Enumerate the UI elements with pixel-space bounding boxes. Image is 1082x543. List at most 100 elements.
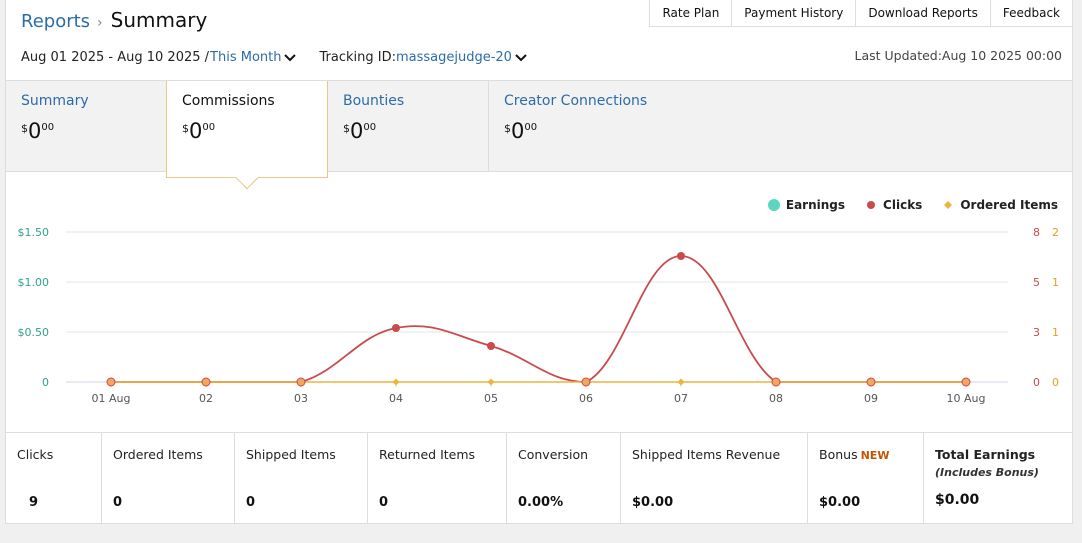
clicks-point[interactable] <box>392 324 400 332</box>
y-axis-right-clicks-tick: 5 <box>1033 276 1040 289</box>
currency-symbol: $ <box>182 122 189 135</box>
tab-bounties-amount: $000 <box>343 119 473 143</box>
stat-clicks: Clicks 9 <box>6 433 102 524</box>
tracking-id-dropdown[interactable]: Tracking ID:massagejudge-20 <box>319 50 527 65</box>
y-axis-left-tick: $1.00 <box>18 276 50 289</box>
clicks-point[interactable] <box>677 252 685 260</box>
amount-whole: 0 <box>189 119 203 143</box>
chart-plot: 0 0 0$0.50 3 1$1.00 5 1$1.50 8 201 Aug 02 03 04 05 06… <box>18 226 1060 405</box>
currency-symbol: $ <box>343 122 350 135</box>
tab-summary-amount: $000 <box>21 119 151 143</box>
rate-plan-link[interactable]: Rate Plan <box>650 0 733 27</box>
amount-whole: 0 <box>28 119 42 143</box>
x-axis-tick-label: 08 <box>769 392 783 405</box>
amount-whole: 0 <box>350 119 364 143</box>
tab-summary[interactable]: Summary $000 <box>6 81 166 172</box>
y-axis-left-tick: 0 <box>42 376 49 389</box>
tracking-id-value: massagejudge-20 <box>395 50 512 65</box>
y-axis-left-tick: $1.50 <box>18 226 50 239</box>
stat-bonus: Bonus NEW $0.00 <box>808 433 924 524</box>
stat-shipped-items-revenue-value: $0.00 <box>632 495 674 510</box>
ordered-items-point[interactable] <box>677 378 685 386</box>
tab-commissions-label: Commissions <box>182 93 275 109</box>
amount-cents: 00 <box>363 122 377 133</box>
stat-bonus-value: $0.00 <box>819 495 861 510</box>
stat-bonus-label: Bonus NEW <box>819 447 913 462</box>
tab-commissions-amount: $000 <box>182 119 312 143</box>
tab-creator-connections[interactable]: Creator Connections $000 <box>489 81 689 172</box>
ordered-items-point[interactable] <box>771 377 781 387</box>
earnings-chart: Earnings Clicks Ordered Items 0 0 0 $0.50 3 1… <box>6 180 1072 420</box>
report-tabs: Summary $000 Commissions $000 Bounties $… <box>6 80 1072 190</box>
x-axis-tick-label: 02 <box>199 392 213 405</box>
stat-total-earnings: Total Earnings (Includes Bonus) $0.00 <box>924 433 1072 524</box>
chevron-down-icon <box>284 53 297 61</box>
tab-bounties-label: Bounties <box>343 93 405 109</box>
tab-creator-connections-amount: $000 <box>504 119 674 143</box>
ordered-items-point[interactable] <box>201 377 211 387</box>
clicks-series-line <box>110 255 966 383</box>
page-title: Summary <box>110 8 208 32</box>
y-axis-left-tick: $0.50 <box>18 326 50 339</box>
ordered-items-point[interactable] <box>581 377 591 387</box>
payment-history-link[interactable]: Payment History <box>732 0 857 27</box>
y-axis-right-ordered-tick: 1 <box>1052 276 1059 289</box>
new-badge: NEW <box>860 449 890 462</box>
stat-conversion: Conversion 0.00% <box>507 433 621 524</box>
date-range-text: Aug 01 2025 - Aug 10 2025 / <box>21 50 210 65</box>
stat-shipped-items-revenue-label: Shipped Items Revenue <box>632 447 781 462</box>
x-axis-tick-label: 07 <box>674 392 688 405</box>
last-updated-text: Last Updated:Aug 10 2025 00:00 <box>854 48 1063 63</box>
feedback-link[interactable]: Feedback <box>990 0 1073 27</box>
date-range-dropdown[interactable]: Aug 01 2025 - Aug 10 2025 /This Month <box>21 50 297 65</box>
stat-returned-items: Returned Items 0 <box>368 433 507 524</box>
tab-bounties[interactable]: Bounties $000 <box>328 81 489 172</box>
breadcrumb-reports-link[interactable]: Reports <box>21 11 90 32</box>
stat-shipped-items-revenue: Shipped Items Revenue $0.00 <box>621 433 808 524</box>
stat-shipped-items-value: 0 <box>246 495 256 510</box>
ordered-items-point[interactable] <box>106 377 116 387</box>
x-axis-tick-label: 06 <box>579 392 593 405</box>
stat-total-earnings-label: Total Earnings <box>935 447 1036 462</box>
amount-cents: 00 <box>41 122 55 133</box>
amount-cents: 00 <box>524 122 538 133</box>
amount-cents: 00 <box>202 122 216 133</box>
tracking-id-label: Tracking ID: <box>319 50 396 65</box>
stat-clicks-value: 9 <box>29 495 39 510</box>
ordered-items-point[interactable] <box>961 377 971 387</box>
stat-conversion-value: 0.00% <box>518 495 564 510</box>
ordered-items-point[interactable] <box>296 377 306 387</box>
ordered-items-point[interactable] <box>866 377 876 387</box>
stat-total-earnings-note: (Includes Bonus) <box>935 466 1039 479</box>
stat-returned-items-label: Returned Items <box>379 447 476 462</box>
download-reports-link[interactable]: Download Reports <box>856 0 991 27</box>
stat-clicks-label: Clicks <box>17 447 54 462</box>
stat-ordered-items-label: Ordered Items <box>113 447 203 462</box>
y-axis-right-clicks-tick: 0 <box>1033 376 1040 389</box>
breadcrumb-separator: › <box>97 15 103 31</box>
x-axis-tick-label: 04 <box>389 392 403 405</box>
chevron-down-icon <box>515 53 527 61</box>
breadcrumb: Reports › Summary <box>21 8 207 32</box>
reports-page: Reports › Summary Rate Plan Payment Hist… <box>5 0 1073 524</box>
ordered-items-point[interactable] <box>487 378 495 386</box>
y-axis-right-clicks-tick: 3 <box>1033 326 1040 339</box>
tab-commissions[interactable]: Commissions $000 <box>166 81 328 190</box>
tab-creator-connections-label: Creator Connections <box>504 93 648 109</box>
filter-row: Aug 01 2025 - Aug 10 2025 /This Month Tr… <box>21 50 528 65</box>
currency-symbol: $ <box>21 122 28 135</box>
stat-ordered-items: Ordered Items 0 <box>102 433 235 524</box>
stat-shipped-items: Shipped Items 0 <box>235 433 368 524</box>
x-axis-tick-label: 01 Aug <box>92 392 131 405</box>
x-axis-tick-label: 09 <box>864 392 878 405</box>
ordered-items-point[interactable] <box>392 378 400 386</box>
stat-ordered-items-value: 0 <box>113 495 123 510</box>
x-axis-tick-label: 05 <box>484 392 498 405</box>
stat-total-earnings-value: $0.00 <box>935 492 980 508</box>
stats-bar: Clicks 9 Ordered Items 0 Shipped Items 0… <box>6 432 1072 524</box>
date-preset-text: This Month <box>210 50 282 65</box>
clicks-point[interactable] <box>487 342 495 350</box>
x-axis-tick-label: 10 Aug <box>947 392 986 405</box>
amount-whole: 0 <box>511 119 525 143</box>
y-axis-right-ordered-tick: 1 <box>1052 326 1059 339</box>
